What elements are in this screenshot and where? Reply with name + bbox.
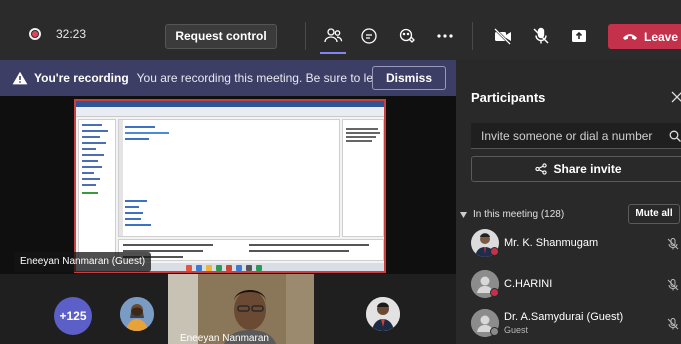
meeting-toolbar: 32:23 Request control Leave bbox=[0, 0, 681, 60]
participant-row[interactable]: C.HARINI bbox=[471, 266, 681, 302]
status-badge bbox=[490, 288, 499, 297]
status-badge bbox=[490, 247, 499, 256]
share-invite-label: Share invite bbox=[553, 162, 622, 176]
in-meeting-section-header[interactable]: In this meeting (128) bbox=[460, 209, 564, 220]
chat-icon[interactable] bbox=[356, 24, 382, 48]
shared-screen-content bbox=[74, 99, 386, 273]
shared-side-panel bbox=[342, 119, 384, 237]
share-invite-button[interactable]: Share invite bbox=[471, 156, 681, 182]
request-control-button[interactable]: Request control bbox=[165, 24, 277, 49]
reactions-icon[interactable] bbox=[394, 24, 420, 48]
presenter-name-tag: Eneeyan Nanmaran (Guest) bbox=[14, 252, 152, 272]
leave-label: Leave bbox=[644, 29, 679, 44]
section-label: In this meeting (128) bbox=[473, 209, 565, 220]
participant-row[interactable]: Mr. K. Shanmugam bbox=[471, 225, 681, 261]
close-icon[interactable] bbox=[671, 91, 681, 103]
banner-title: You're recording bbox=[34, 71, 129, 85]
toolbar-divider bbox=[472, 22, 473, 50]
participants-panel: Participants Invite someone or dial a nu… bbox=[456, 60, 681, 344]
participants-icon[interactable] bbox=[320, 24, 346, 48]
dismiss-button[interactable]: Dismiss bbox=[372, 66, 446, 90]
shared-menubar bbox=[76, 107, 384, 117]
active-tab-underline bbox=[320, 52, 346, 54]
recording-indicator-icon bbox=[29, 28, 41, 40]
mic-off-icon[interactable] bbox=[666, 317, 680, 331]
participant-thumbnail[interactable] bbox=[366, 297, 400, 331]
share-link-icon bbox=[535, 163, 548, 175]
mute-all-button[interactable]: Mute all bbox=[628, 204, 680, 224]
camera-off-icon[interactable] bbox=[490, 24, 516, 48]
panel-title: Participants bbox=[471, 90, 546, 105]
shared-code-editor bbox=[118, 119, 340, 237]
teams-meeting-window: 32:23 Request control Leave You're recor… bbox=[0, 0, 681, 344]
tile-name-label: Eneeyan Nanmaran bbox=[180, 333, 269, 344]
more-participants-badge[interactable]: +125 bbox=[54, 297, 92, 335]
leave-button[interactable]: Leave bbox=[608, 24, 681, 49]
shared-screen-stage bbox=[0, 96, 456, 274]
shared-project-tree bbox=[78, 119, 116, 259]
banner-text: You are recording this meeting. Be sure … bbox=[136, 71, 390, 85]
share-icon[interactable] bbox=[566, 24, 592, 48]
recording-banner: You're recording You are recording this … bbox=[0, 60, 456, 96]
mic-off-icon[interactable] bbox=[528, 24, 554, 48]
warning-icon bbox=[12, 71, 28, 85]
status-badge bbox=[490, 327, 499, 336]
mic-off-icon[interactable] bbox=[666, 237, 680, 251]
meeting-timer: 32:23 bbox=[56, 27, 87, 41]
shared-console bbox=[118, 239, 384, 261]
phone-icon bbox=[623, 33, 637, 40]
invite-input[interactable]: Invite someone or dial a number bbox=[471, 123, 681, 149]
participant-role: Guest bbox=[504, 325, 529, 335]
chevron-down-icon bbox=[460, 211, 467, 218]
mic-off-icon[interactable] bbox=[666, 278, 680, 292]
toolbar-divider bbox=[305, 22, 306, 50]
participant-row[interactable]: Dr. A.Samydurai (Guest) Guest bbox=[471, 305, 681, 341]
more-icon[interactable] bbox=[432, 24, 458, 48]
search-icon[interactable] bbox=[669, 130, 681, 142]
participant-name: Mr. K. Shanmugam bbox=[504, 237, 599, 249]
participant-name: Dr. A.Samydurai (Guest) bbox=[504, 311, 624, 323]
active-speaker-tile[interactable]: Eneeyan Nanmaran bbox=[168, 274, 314, 344]
participant-thumbnail[interactable] bbox=[120, 297, 154, 331]
participant-name: C.HARINI bbox=[504, 278, 553, 290]
